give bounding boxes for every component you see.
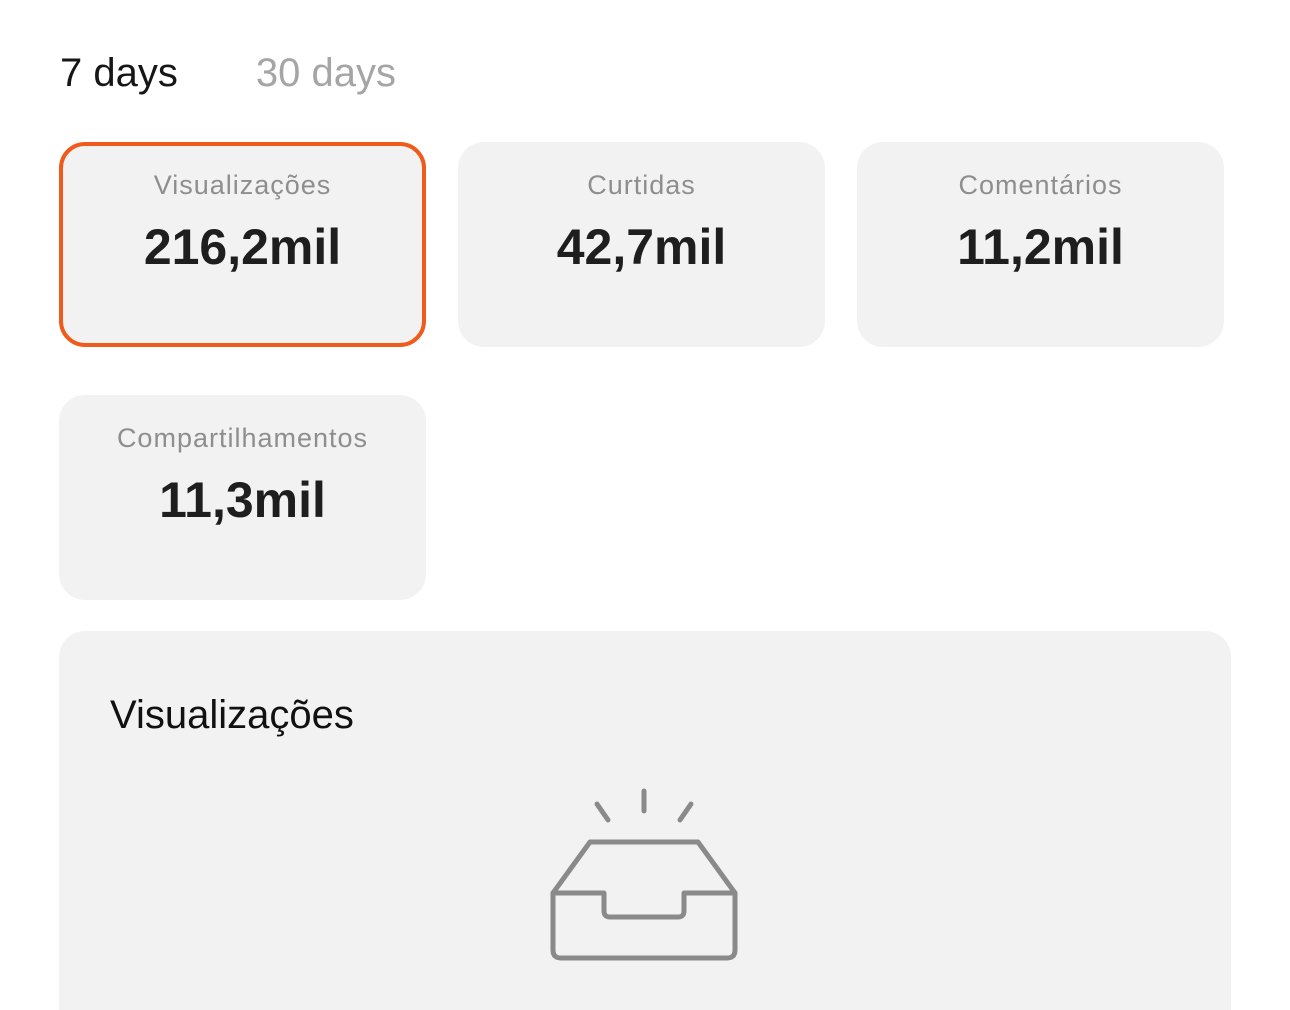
empty-inbox-icon bbox=[550, 788, 738, 961]
metric-label-likes: Curtidas bbox=[587, 170, 696, 200]
analytics-page: 7 days 30 days Visualizações 216,2mil Cu… bbox=[0, 0, 1290, 1010]
tab-30-days[interactable]: 30 days bbox=[256, 44, 396, 102]
metric-value-likes: 42,7mil bbox=[556, 219, 727, 275]
tab-7-days[interactable]: 7 days bbox=[60, 44, 178, 102]
metric-label-views: Visualizações bbox=[153, 170, 332, 200]
metric-card-views[interactable]: Visualizações 216,2mil bbox=[59, 142, 426, 347]
metric-value-comments: 11,2mil bbox=[957, 219, 1124, 275]
metric-card-comments[interactable]: Comentários 11,2mil bbox=[857, 142, 1224, 347]
views-chart-panel: Visualizações bbox=[59, 631, 1231, 1010]
metric-label-shares: Compartilhamentos bbox=[116, 423, 369, 453]
chart-panel-title: Visualizações bbox=[110, 693, 354, 737]
metric-value-shares: 11,3mil bbox=[159, 472, 326, 528]
metric-label-comments: Comentários bbox=[958, 170, 1123, 200]
metric-value-views: 216,2mil bbox=[143, 219, 342, 275]
metric-card-shares[interactable]: Compartilhamentos 11,3mil bbox=[59, 395, 426, 600]
metric-card-likes[interactable]: Curtidas 42,7mil bbox=[458, 142, 825, 347]
period-tabs: 7 days 30 days bbox=[60, 44, 396, 102]
